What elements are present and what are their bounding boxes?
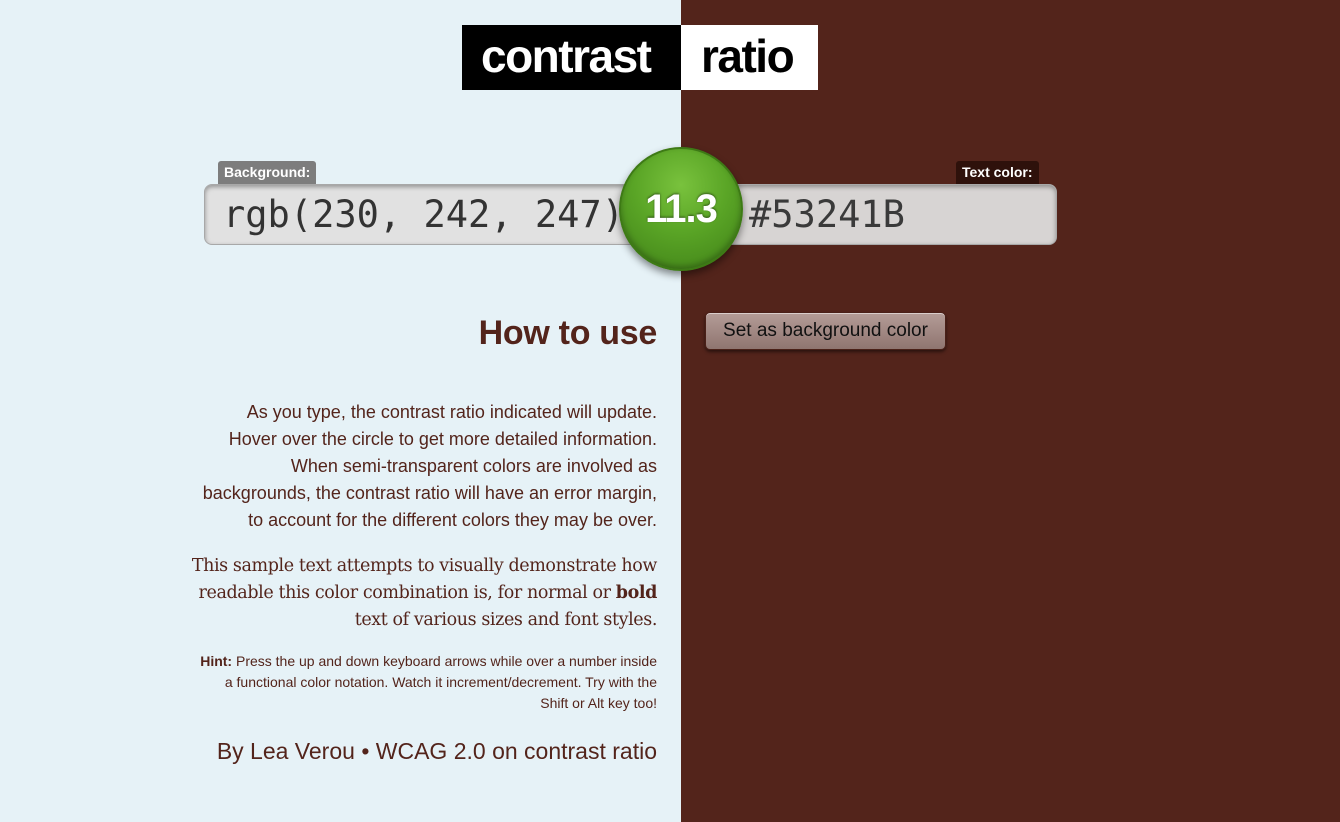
- instructions-line: When semi-transparent colors are involve…: [290, 456, 657, 476]
- sample-text-line: text of various sizes and font styles.: [354, 610, 658, 630]
- background-label: Background:: [218, 161, 317, 184]
- instructions-line: Hover over the circle to get more detail…: [228, 429, 657, 449]
- text-color-preview-panel: [681, 0, 1340, 822]
- instructions-line: to account for the different colors they…: [248, 510, 657, 530]
- contrast-ratio-circle[interactable]: 11.3: [619, 147, 743, 271]
- hint-line: Press the up and down keyboard arrows wh…: [235, 653, 657, 669]
- set-as-background-button[interactable]: Set as background color: [705, 312, 946, 350]
- text-color-label: Text color:: [956, 161, 1039, 184]
- hint-label: Hint:: [200, 653, 233, 669]
- logo-word-ratio: ratio: [681, 25, 818, 90]
- author-link[interactable]: Lea Verou: [250, 738, 355, 764]
- instructions-line: backgrounds, the contrast ratio will hav…: [202, 483, 657, 503]
- contrast-ratio-value: 11.3: [645, 187, 718, 231]
- sample-text-line: This sample text attempts to visually de…: [191, 556, 658, 576]
- background-input-wrapper: [204, 184, 684, 245]
- text-color-input[interactable]: [749, 185, 1049, 244]
- instructions-paragraph: As you type, the contrast ratio indicate…: [177, 399, 657, 534]
- footer-by: By: [216, 738, 244, 764]
- hint-line: Shift or Alt key too!: [540, 695, 657, 711]
- sample-bold-word: bold: [615, 583, 658, 603]
- footer-separator: •: [361, 738, 370, 764]
- footer-credit: By Lea Verou • WCAG 2.0 on contrast rati…: [177, 738, 657, 765]
- hint-line: a functional color notation. Watch it in…: [224, 674, 657, 690]
- how-to-use-section: How to use As you type, the contrast rat…: [177, 314, 658, 765]
- instructions-line: As you type, the contrast ratio indicate…: [246, 402, 657, 422]
- hint-paragraph: Hint: Press the up and down keyboard arr…: [177, 651, 657, 714]
- how-to-use-title: How to use: [478, 314, 658, 352]
- sample-text-line: readable this color combination is, for …: [198, 583, 611, 603]
- logo-word-contrast: contrast: [462, 25, 681, 90]
- background-color-input[interactable]: [223, 185, 623, 244]
- logo: contrast ratio: [462, 25, 818, 90]
- sample-text-paragraph: This sample text attempts to visually de…: [177, 553, 658, 634]
- wcag-link[interactable]: WCAG 2.0 on contrast ratio: [376, 738, 657, 764]
